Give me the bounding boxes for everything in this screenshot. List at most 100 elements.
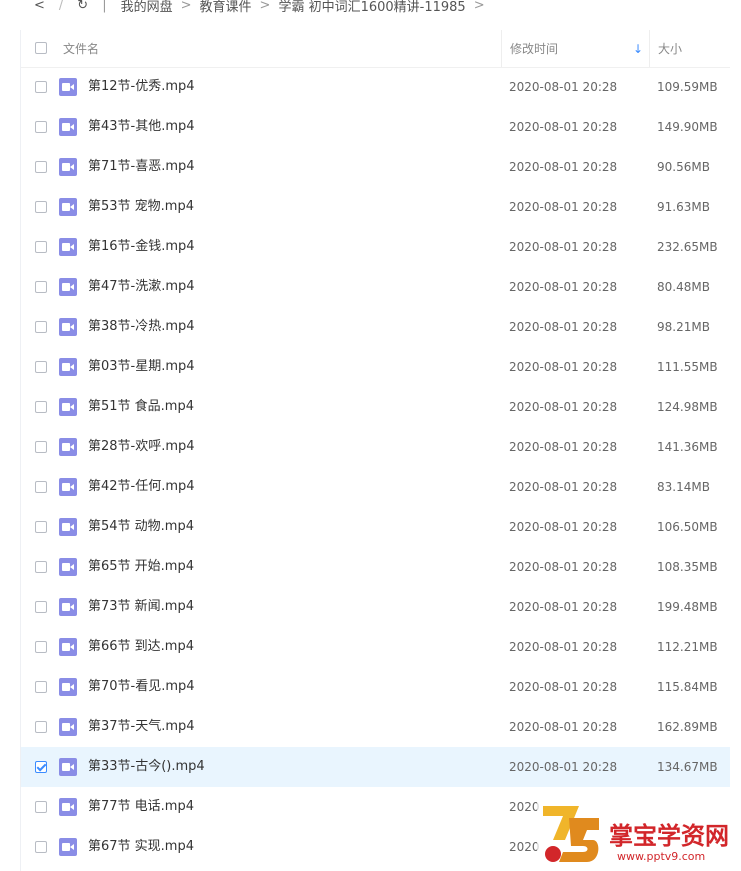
file-row[interactable]: 第47节-洗漱.mp4 2020-08-01 20:28 80.48MB [21,267,730,307]
file-name-link[interactable]: 第51节 食品.mp4 [88,387,194,427]
video-file-icon [59,718,77,736]
file-row[interactable]: 第66节 到达.mp4 2020-08-01 20:28 112.21MB [21,627,730,667]
file-size: 83.14MB [657,480,710,494]
file-row[interactable]: 第54节 动物.mp4 2020-08-01 20:28 106.50MB [21,507,730,547]
row-checkbox[interactable] [35,561,47,573]
file-name-link[interactable]: 第54节 动物.mp4 [88,507,194,547]
video-file-icon [59,358,77,376]
file-modified-time: 2020-08-01 20:28 [509,280,618,294]
file-size: 162.89MB [657,720,718,734]
file-name-link[interactable]: 第65节 开始.mp4 [88,547,194,587]
column-header-size[interactable]: 大小 [649,30,730,67]
file-name-link[interactable]: 第73节 新闻.mp4 [88,587,194,627]
file-name-link[interactable]: 第16节-金钱.mp4 [88,227,195,267]
column-header-time[interactable]: 修改时间 ↓ [501,30,649,67]
file-row[interactable]: 第65节 开始.mp4 2020-08-01 20:28 108.35MB [21,547,730,587]
row-checkbox[interactable] [35,721,47,733]
row-checkbox[interactable] [35,161,47,173]
row-checkbox[interactable] [35,121,47,133]
row-checkbox[interactable] [35,361,47,373]
row-checkbox[interactable] [35,441,47,453]
row-checkbox[interactable] [35,841,47,853]
file-row[interactable]: 第71节-喜恶.mp4 2020-08-01 20:28 90.56MB [21,147,730,187]
file-name-link[interactable]: 第03节-星期.mp4 [88,347,195,387]
row-checkbox[interactable] [35,681,47,693]
file-size: 106.50MB [657,520,718,534]
file-name-link[interactable]: 第42节-任何.mp4 [88,467,195,507]
row-checkbox[interactable] [35,321,47,333]
file-size: 112.21MB [657,640,718,654]
file-size: 134.67MB [657,760,718,774]
row-checkbox[interactable] [35,761,47,773]
row-checkbox[interactable] [35,801,47,813]
row-checkbox[interactable] [35,241,47,253]
file-size: 109.59MB [657,80,718,94]
file-row[interactable]: 第43节-其他.mp4 2020-08-01 20:28 149.90MB [21,107,730,147]
file-row[interactable]: 第37节-天气.mp4 2020-08-01 20:28 162.89MB [21,707,730,747]
video-file-icon [59,758,77,776]
file-name-link[interactable]: 第53节 宠物.mp4 [88,187,194,227]
file-name-link[interactable]: 第77节 电话.mp4 [88,787,194,827]
row-checkbox[interactable] [35,81,47,93]
video-file-icon [59,638,77,656]
chevron-right-icon: > [259,0,271,13]
file-name-link[interactable]: 第70节-看见.mp4 [88,667,195,707]
refresh-icon[interactable]: ↻ [77,0,88,13]
video-file-icon [59,438,77,456]
file-row[interactable]: 第73节 新闻.mp4 2020-08-01 20:28 199.48MB [21,587,730,627]
file-name-link[interactable]: 第43节-其他.mp4 [88,107,195,147]
divider: | [102,0,107,13]
sort-desc-icon[interactable]: ↓ [633,42,643,56]
chevron-right-icon: > [180,0,192,13]
file-name-link[interactable]: 第38节-冷热.mp4 [88,307,195,347]
video-file-icon [59,118,77,136]
file-size: 98.21MB [657,320,710,334]
row-checkbox[interactable] [35,521,47,533]
back-button[interactable]: < [34,0,45,13]
file-row[interactable]: 第12节-优秀.mp4 2020-08-01 20:28 109.59MB [21,67,730,107]
row-checkbox[interactable] [35,601,47,613]
breadcrumb-item-folder[interactable]: 教育课件 [200,0,252,15]
file-size: 115.84MB [657,680,718,694]
breadcrumb-path: 我的网盘 > 教育课件 > 学霸 初中词汇1600精讲-11985 > [121,0,485,15]
file-row[interactable]: 第42节-任何.mp4 2020-08-01 20:28 83.14MB [21,467,730,507]
file-name-link[interactable]: 第12节-优秀.mp4 [88,67,195,107]
file-row[interactable]: 第33节-古今().mp4 2020-08-01 20:28 134.67MB [21,747,730,787]
watermark: 掌宝学资网 www.pptv9.com [537,800,737,868]
file-modified-time: 2020-08-01 20:28 [509,600,618,614]
video-file-icon [59,78,77,96]
row-checkbox[interactable] [35,481,47,493]
file-name-link[interactable]: 第67节 实现.mp4 [88,827,194,867]
row-checkbox[interactable] [35,201,47,213]
file-row[interactable]: 第70节-看见.mp4 2020-08-01 20:28 115.84MB [21,667,730,707]
file-modified-time: 2020-08-01 20:28 [509,520,618,534]
row-checkbox[interactable] [35,641,47,653]
file-row[interactable]: 第28节-欢呼.mp4 2020-08-01 20:28 141.36MB [21,427,730,467]
row-checkbox[interactable] [35,281,47,293]
file-row[interactable]: 第16节-金钱.mp4 2020-08-01 20:28 232.65MB [21,227,730,267]
file-name-link[interactable]: 第37节-天气.mp4 [88,707,195,747]
video-file-icon [59,478,77,496]
file-name-link[interactable]: 第71节-喜恶.mp4 [88,147,195,187]
breadcrumb-item-current[interactable]: 学霸 初中词汇1600精讲-11985 [278,0,465,15]
select-all-checkbox[interactable] [35,42,47,54]
breadcrumb-item-root[interactable]: 我的网盘 [121,0,173,15]
file-row[interactable]: 第53节 宠物.mp4 2020-08-01 20:28 91.63MB [21,187,730,227]
file-row[interactable]: 第51节 食品.mp4 2020-08-01 20:28 124.98MB [21,387,730,427]
file-name-link[interactable]: 第47节-洗漱.mp4 [88,267,195,307]
file-name-link[interactable]: 第33节-古今().mp4 [88,747,205,787]
column-header-name[interactable]: 文件名 [63,30,99,67]
file-size: 124.98MB [657,400,718,414]
file-size: 199.48MB [657,600,718,614]
file-row[interactable]: 第03节-星期.mp4 2020-08-01 20:28 111.55MB [21,347,730,387]
file-size: 111.55MB [657,360,718,374]
file-row[interactable]: 第38节-冷热.mp4 2020-08-01 20:28 98.21MB [21,307,730,347]
breadcrumb-bar: < / ↻ | 我的网盘 > 教育课件 > 学霸 初中词汇1600精讲-1198… [0,0,741,30]
file-modified-time: 2020-08-01 20:28 [509,80,618,94]
file-modified-time: 2020 [509,800,540,814]
watermark-title: 掌宝学资网 [609,821,729,850]
row-checkbox[interactable] [35,401,47,413]
forward-button[interactable]: / [59,0,63,13]
file-name-link[interactable]: 第66节 到达.mp4 [88,627,194,667]
file-name-link[interactable]: 第28节-欢呼.mp4 [88,427,195,467]
